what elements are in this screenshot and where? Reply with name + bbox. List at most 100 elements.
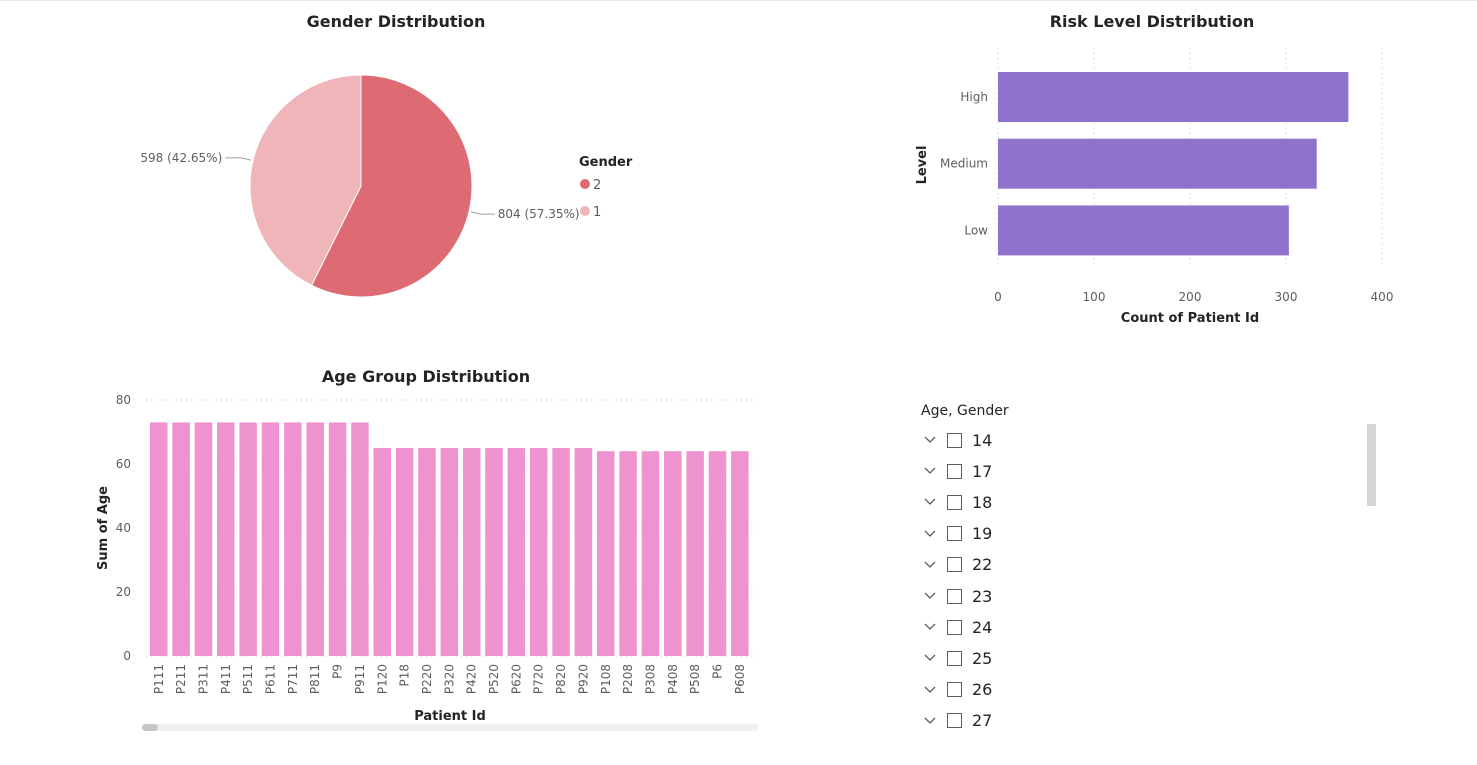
age-x-tick: P820 [554,664,568,694]
age-y-tick: 60 [116,457,131,471]
chevron-down-icon[interactable] [915,436,945,444]
chevron-down-icon[interactable] [915,467,945,475]
slicer-checkbox[interactable] [947,432,962,448]
chevron-down-icon[interactable] [915,654,945,662]
risk-chart-title: Risk Level Distribution [1050,12,1255,31]
age-x-tick: P108 [599,664,613,694]
age-x-tick: P208 [621,664,635,694]
slicer-item-label: 17 [972,461,993,481]
age-x-tick: P511 [241,664,255,694]
gender-pie-chart[interactable]: Gender Distribution 804 (57.35%) 598 (42.… [0,0,740,340]
slicer-checkbox[interactable] [947,526,962,542]
age-bar[interactable] [507,448,526,656]
age-gender-slicer: Age, Gender 14 17 18 19 22 23 24 25 26 27 [915,400,1385,765]
slicer-checkbox[interactable] [947,682,962,698]
age-bar[interactable] [284,422,302,656]
age-bar[interactable] [574,448,593,656]
age-bar[interactable] [619,451,637,656]
age-bar[interactable] [150,422,168,656]
age-bar[interactable] [373,448,392,656]
age-y-axis-title: Sum of Age [96,486,111,570]
age-y-tick: 40 [116,521,131,535]
risk-x-tick: 400 [1371,290,1394,304]
age-group-bar-chart[interactable]: Age Group Distribution 0 20 40 60 80 P111 P21… [0,355,780,755]
age-bar[interactable] [261,422,280,656]
chevron-down-icon[interactable] [915,530,945,538]
age-bar[interactable] [351,422,369,656]
risk-y-axis-title: Level [915,146,930,185]
chevron-down-icon[interactable] [915,498,945,506]
slicer-checkbox[interactable] [947,494,962,510]
age-y-tick: 80 [116,393,131,407]
chevron-down-icon[interactable] [915,686,945,694]
slicer-checkbox[interactable] [947,588,962,604]
slicer-item[interactable]: 14 [915,428,992,452]
age-x-tick: P420 [465,664,479,694]
legend-item: 1 [593,205,601,220]
age-bar[interactable] [686,451,704,656]
age-bar[interactable] [418,448,436,656]
pie-data-label: 804 (57.35%) [498,207,580,221]
slicer-checkbox[interactable] [947,463,962,479]
age-bar[interactable] [194,422,213,656]
chevron-down-icon[interactable] [915,623,945,631]
age-bar[interactable] [597,451,615,656]
age-bar[interactable] [440,448,459,656]
chevron-down-icon[interactable] [915,592,945,600]
risk-x-tick: 0 [994,290,1002,304]
age-bar[interactable] [641,451,660,656]
age-x-tick: P211 [174,664,188,694]
age-bar[interactable] [239,422,257,656]
slicer-checkbox[interactable] [947,650,962,666]
slicer-item-label: 22 [972,555,993,575]
age-chart-scroll-thumb[interactable] [142,724,158,731]
age-bar[interactable] [731,451,749,656]
age-bar[interactable] [306,422,324,656]
age-bar[interactable] [708,451,727,656]
age-bar[interactable] [485,448,503,656]
age-bar[interactable] [328,422,347,656]
slicer-item[interactable]: 27 [915,709,992,733]
risk-level-bar-chart[interactable]: Risk Level Distribution High Medium Low 0 1… [900,0,1420,340]
age-bar[interactable] [462,448,481,656]
age-x-tick: P111 [152,664,166,694]
slicer-item[interactable]: 17 [915,459,992,483]
slicer-scrollbar[interactable] [1367,424,1376,506]
age-bar[interactable] [664,451,682,656]
chevron-down-icon[interactable] [915,717,945,725]
age-x-tick: P6 [711,664,725,679]
slicer-item[interactable]: 18 [915,490,992,514]
risk-bar[interactable] [998,205,1289,256]
age-bar[interactable] [217,422,235,656]
age-bar[interactable] [395,448,414,656]
slicer-item-label: 24 [972,617,993,637]
risk-bar[interactable] [998,138,1317,189]
age-x-tick: P911 [353,664,367,694]
slicer-checkbox[interactable] [947,713,962,729]
slicer-checkbox[interactable] [947,619,962,635]
slicer-checkbox[interactable] [947,557,962,573]
slicer-item-label: 23 [972,586,993,606]
pie-leader-line [225,157,252,161]
age-x-tick: P18 [398,664,412,687]
slicer-item[interactable]: 24 [915,615,992,639]
chevron-down-icon[interactable] [915,561,945,569]
risk-bar[interactable] [998,72,1349,122]
pie-data-label: 598 (42.65%) [140,151,222,165]
age-x-tick: P408 [666,664,680,694]
age-bar[interactable] [172,422,190,656]
slicer-item[interactable]: 25 [915,646,992,670]
legend-marker [580,179,590,189]
age-chart-title: Age Group Distribution [322,367,530,386]
slicer-item[interactable]: 19 [915,522,992,546]
slicer-item[interactable]: 23 [915,584,992,608]
slicer-item[interactable]: 26 [915,678,992,702]
slicer-item[interactable]: 22 [915,553,992,577]
slicer-item-label: 19 [972,524,993,544]
age-bar[interactable] [529,448,548,656]
age-x-tick: P308 [643,664,657,694]
age-bar[interactable] [552,448,570,656]
age-x-tick: P508 [688,664,702,694]
age-x-tick: P120 [375,664,389,694]
age-chart-scroll-track[interactable] [142,724,758,731]
